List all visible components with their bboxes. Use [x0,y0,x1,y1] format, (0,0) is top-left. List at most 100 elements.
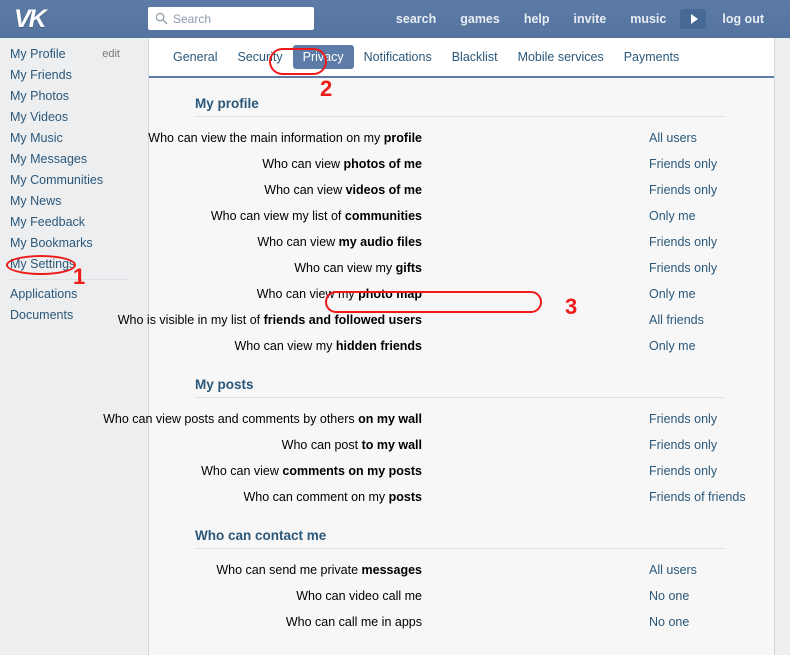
sidebar-item-my-settings[interactable]: My Settings [0,254,148,275]
privacy-row-label: Who can view videos of me [264,183,422,197]
topnav-link-invite[interactable]: invite [562,0,619,38]
privacy-row-label: Who can call me in apps [285,615,422,629]
privacy-row-value[interactable]: Only me [649,281,696,307]
logout-link[interactable]: log out [710,0,776,38]
tab-security[interactable]: Security [227,45,292,69]
topnav-link-help[interactable]: help [512,0,562,38]
topnav-link-music[interactable]: music [618,0,678,38]
sidebar-item-my-messages[interactable]: My Messages [0,149,148,170]
tab-privacy[interactable]: Privacy [292,45,354,69]
privacy-row: Who can send me private messages All use… [149,557,774,583]
privacy-settings-sections: My profile Who can view the main informa… [103,78,774,635]
search-box[interactable] [148,7,314,30]
privacy-row: Who can view posts and comments by other… [103,406,774,432]
section-title: Who can contact me [195,528,327,543]
privacy-row-label: Who can view comments on my posts [201,464,422,478]
privacy-row-label: Who can video call me [296,589,422,603]
privacy-row-value[interactable]: Friends of friends [649,484,746,510]
privacy-row-value[interactable]: Only me [649,333,696,359]
tab-notifications[interactable]: Notifications [354,45,442,69]
privacy-row: Who can view my list of communities Only… [149,203,774,229]
sidebar-item-label: My Profile [10,47,66,61]
sidebar-item-label: My Communities [10,173,104,187]
privacy-row-label: Who can view photos of me [262,157,422,171]
privacy-row: Who can post to my wall Friends only [149,432,774,458]
privacy-row-value[interactable]: Friends only [649,432,717,458]
privacy-row-value[interactable]: Only me [649,203,696,229]
privacy-row-label: Who can send me private messages [216,563,422,577]
sidebar-item-my-communities[interactable]: My Communities [0,170,148,191]
privacy-row-label: Who is visible in my list of friends and… [117,313,422,327]
search-input[interactable] [173,7,308,30]
privacy-row: Who can view videos of me Friends only [149,177,774,203]
privacy-row: Who can video call me No one [149,583,774,609]
profile-edit-link[interactable]: edit [102,44,120,65]
privacy-row-photo-map: Who can view my photo map Only me [149,281,774,307]
sidebar-item-applications[interactable]: Applications [0,284,148,305]
privacy-row: Who can view the main information on my … [148,125,774,151]
tab-payments[interactable]: Payments [614,45,690,69]
section-my-posts: My posts Who can view posts and comments… [103,377,774,510]
sidebar-item-label: My Messages [10,152,88,166]
privacy-row-value[interactable]: Friends only [649,406,717,432]
privacy-row-label: Who can view my list of communities [210,209,422,223]
privacy-row: Who can view comments on my posts Friend… [149,458,774,484]
sidebar-item-label: My Friends [10,68,72,82]
privacy-row-value[interactable]: All friends [649,307,704,333]
privacy-row-value[interactable]: All users [649,557,697,583]
sidebar-item-label: My Music [10,131,63,145]
sidebar-item-my-music[interactable]: My Music [0,128,148,149]
sidebar-item-my-friends[interactable]: My Friends [0,65,148,86]
privacy-row: Who can call me in apps No one [149,609,774,635]
sidebar-item-label: My Videos [10,110,69,124]
topnav-link-search[interactable]: search [384,0,448,38]
tab-general[interactable]: General [163,45,227,69]
tab-mobile-services[interactable]: Mobile services [508,45,614,69]
privacy-row-label: Who can post to my wall [281,438,422,452]
sidebar-item-my-videos[interactable]: My Videos [0,107,148,128]
play-triangle [690,14,698,24]
privacy-row: Who can view photos of me Friends only [149,151,774,177]
privacy-row-value[interactable]: Friends only [649,229,717,255]
sidebar-item-label: My Photos [10,89,70,103]
section-title: My profile [195,96,259,111]
topnav-link-games[interactable]: games [448,0,512,38]
sidebar-item-my-news[interactable]: My News [0,191,148,212]
sidebar-item-label: Applications [10,287,78,301]
privacy-row-value[interactable]: Friends only [649,458,717,484]
sidebar-item-label: My Feedback [10,215,86,229]
section-who-can-contact-me: Who can contact me Who can send me priva… [149,528,774,635]
privacy-row-value[interactable]: No one [649,583,689,609]
sidebar-item-my-profile[interactable]: My Profile edit [0,44,148,65]
privacy-row-value[interactable]: Friends only [649,151,717,177]
privacy-row: Who is visible in my list of friends and… [118,307,774,333]
privacy-row-label: Who can comment on my posts [243,490,422,504]
privacy-row-label: Who can view my hidden friends [234,339,422,353]
sidebar-item-my-bookmarks[interactable]: My Bookmarks [0,233,148,254]
sidebar-item-my-photos[interactable]: My Photos [0,86,148,107]
privacy-row-value[interactable]: No one [649,609,689,635]
play-icon[interactable] [680,9,707,29]
sidebar-item-label: My News [10,194,62,208]
search-icon [155,12,168,25]
privacy-row-label: Who can view posts and comments by other… [103,412,422,426]
privacy-row-value[interactable]: Friends only [649,255,717,281]
privacy-row-label: Who can view the main information on my … [148,131,422,145]
privacy-row-value[interactable]: All users [649,125,697,151]
sidebar-item-label: My Bookmarks [10,236,93,250]
top-navigation: search games help invite music log out [384,0,776,38]
privacy-row-label: Who can view my photo map [256,287,422,301]
section-my-profile: My profile Who can view the main informa… [118,96,774,359]
privacy-row-value[interactable]: Friends only [649,177,717,203]
privacy-row: Who can view my hidden friends Only me [149,333,774,359]
privacy-row: Who can comment on my posts Friends of f… [149,484,774,510]
tab-blacklist[interactable]: Blacklist [442,45,508,69]
sidebar-item-label: My Settings [10,257,76,271]
top-header-bar: VK search games help invite music log ou… [0,0,790,38]
sidebar-divider [10,279,128,280]
section-title: My posts [195,377,254,392]
privacy-row: Who can view my audio files Friends only [149,229,774,255]
sidebar-item-my-feedback[interactable]: My Feedback [0,212,148,233]
privacy-row: Who can view my gifts Friends only [149,255,774,281]
vk-logo-icon[interactable]: VK [14,6,58,32]
